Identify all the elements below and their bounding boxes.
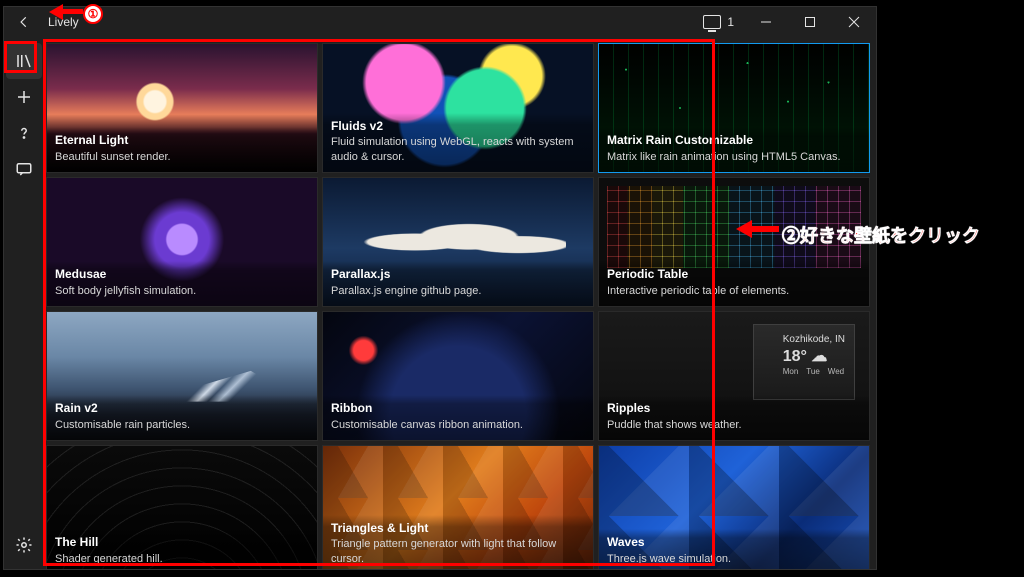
wallpaper-caption: Eternal LightBeautiful sunset render. <box>47 127 317 172</box>
ripples-place: Kozhikode, IN <box>783 334 845 347</box>
wallpaper-title: Parallax.js <box>331 267 585 283</box>
wallpaper-description: Triangle pattern generator with light th… <box>331 537 585 566</box>
wallpaper-gallery: Eternal LightBeautiful sunset render.Flu… <box>46 43 870 569</box>
sidebar-add-button[interactable] <box>6 79 42 115</box>
wallpaper-caption: Triangles & LightTriangle pattern genera… <box>323 515 593 569</box>
wallpaper-title: Periodic Table <box>607 267 861 283</box>
wallpaper-tile[interactable]: Triangles & LightTriangle pattern genera… <box>322 445 594 569</box>
monitor-icon <box>703 15 721 29</box>
wallpaper-tile[interactable]: Parallax.jsParallax.js engine github pag… <box>322 177 594 307</box>
wallpaper-tile[interactable]: Kozhikode, IN18° ☁MonTueWed RipplesPuddle… <box>598 311 870 441</box>
wallpaper-title: Rain v2 <box>55 401 309 417</box>
wallpaper-caption: RipplesPuddle that shows weather. <box>599 395 869 440</box>
sidebar <box>4 37 44 569</box>
wallpaper-tile[interactable]: MedusaeSoft body jellyfish simulation. <box>46 177 318 307</box>
wallpaper-description: Fluid simulation using WebGL, reacts wit… <box>331 135 585 164</box>
wallpaper-caption: Periodic TableInteractive periodic table… <box>599 261 869 306</box>
wallpaper-title: Waves <box>607 535 861 551</box>
gear-icon <box>15 536 33 554</box>
ripples-weather-widget: Kozhikode, IN18° ☁MonTueWed <box>783 334 845 377</box>
wallpaper-title: The Hill <box>55 535 309 551</box>
monitor-count: 1 <box>727 15 734 29</box>
sidebar-help-button[interactable] <box>6 115 42 151</box>
close-button[interactable] <box>832 7 876 37</box>
wallpaper-tile[interactable]: Periodic TableInteractive periodic table… <box>598 177 870 307</box>
wallpaper-description: Soft body jellyfish simulation. <box>55 284 309 298</box>
wallpaper-title: Triangles & Light <box>331 521 585 537</box>
active-monitor-button[interactable]: 1 <box>693 15 744 29</box>
sidebar-library-button[interactable] <box>6 43 42 79</box>
wallpaper-tile[interactable]: Matrix Rain CustomizableMatrix like rain… <box>598 43 870 173</box>
wallpaper-caption: MedusaeSoft body jellyfish simulation. <box>47 261 317 306</box>
ripples-days: MonTueWed <box>783 367 845 377</box>
wallpaper-title: Ripples <box>607 401 861 417</box>
wallpaper-caption: Parallax.jsParallax.js engine github pag… <box>323 261 593 306</box>
wallpaper-title: Eternal Light <box>55 133 309 149</box>
window-title: Lively <box>44 15 693 29</box>
wallpaper-description: Beautiful sunset render. <box>55 150 309 164</box>
wallpaper-caption: WavesThree.js wave simulation. <box>599 529 869 569</box>
ripples-temp: 18° ☁ <box>783 347 845 367</box>
wallpaper-caption: RibbonCustomisable canvas ribbon animati… <box>323 395 593 440</box>
wallpaper-title: Matrix Rain Customizable <box>607 133 861 149</box>
wallpaper-description: Shader generated hill. <box>55 552 309 566</box>
titlebar: Lively 1 <box>4 7 876 37</box>
gallery-scroll[interactable]: Eternal LightBeautiful sunset render.Flu… <box>44 37 876 569</box>
wallpaper-caption: Fluids v2Fluid simulation using WebGL, r… <box>323 113 593 172</box>
help-icon <box>15 124 33 142</box>
back-button[interactable] <box>4 15 44 29</box>
library-icon <box>15 52 33 70</box>
maximize-button[interactable] <box>788 7 832 37</box>
wallpaper-title: Medusae <box>55 267 309 283</box>
wallpaper-caption: The HillShader generated hill. <box>47 529 317 569</box>
sidebar-settings-button[interactable] <box>6 527 42 563</box>
app-window: Lively 1 <box>3 6 877 570</box>
sidebar-feedback-button[interactable] <box>6 151 42 187</box>
window-controls <box>744 7 876 37</box>
wallpaper-tile[interactable]: Eternal LightBeautiful sunset render. <box>46 43 318 173</box>
wallpaper-title: Ribbon <box>331 401 585 417</box>
wallpaper-tile[interactable]: WavesThree.js wave simulation. <box>598 445 870 569</box>
wallpaper-caption: Rain v2Customisable rain particles. <box>47 395 317 440</box>
wallpaper-tile[interactable]: RibbonCustomisable canvas ribbon animati… <box>322 311 594 441</box>
wallpaper-tile[interactable]: Rain v2Customisable rain particles. <box>46 311 318 441</box>
wallpaper-tile[interactable]: The HillShader generated hill. <box>46 445 318 569</box>
wallpaper-description: Parallax.js engine github page. <box>331 284 585 298</box>
wallpaper-description: Customisable rain particles. <box>55 418 309 432</box>
wallpaper-description: Matrix like rain animation using HTML5 C… <box>607 150 861 164</box>
wallpaper-description: Three.js wave simulation. <box>607 552 861 566</box>
wallpaper-description: Interactive periodic table of elements. <box>607 284 861 298</box>
wallpaper-description: Customisable canvas ribbon animation. <box>331 418 585 432</box>
wallpaper-tile[interactable]: Fluids v2Fluid simulation using WebGL, r… <box>322 43 594 173</box>
wallpaper-caption: Matrix Rain CustomizableMatrix like rain… <box>599 127 869 172</box>
feedback-icon <box>15 160 33 178</box>
wallpaper-title: Fluids v2 <box>331 119 585 135</box>
minimize-button[interactable] <box>744 7 788 37</box>
wallpaper-description: Puddle that shows weather. <box>607 418 861 432</box>
plus-icon <box>15 88 33 106</box>
